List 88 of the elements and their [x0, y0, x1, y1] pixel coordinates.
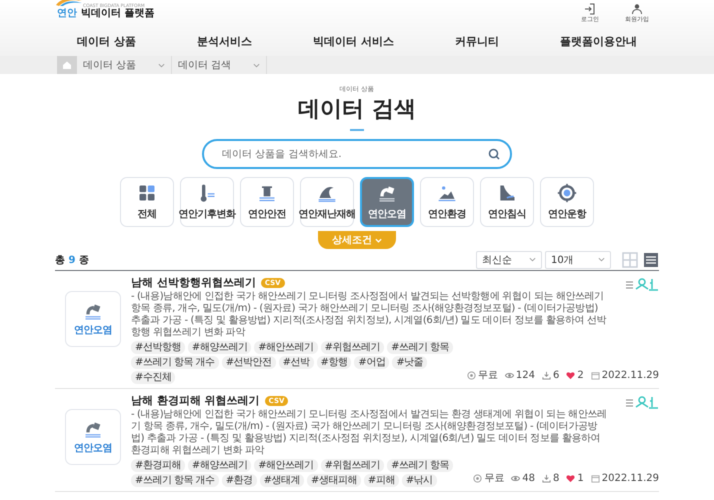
keyword-tag[interactable]: #환경피해	[131, 459, 185, 472]
grid-view-button[interactable]	[622, 252, 638, 268]
thumbnail-label: 연안오염	[74, 324, 112, 337]
category-tile[interactable]: 연안안전	[240, 177, 294, 227]
nav-menu-item[interactable]: 커뮤니티	[454, 34, 499, 48]
chevron-down-icon	[253, 62, 260, 68]
chevron-down-icon	[529, 257, 536, 262]
download-icon	[542, 474, 551, 482]
keyword-tag[interactable]: #수진체	[131, 371, 176, 384]
nav-menu-item[interactable]: 데이터 상품	[77, 34, 136, 48]
result-count: 총 9 종	[55, 254, 89, 266]
keyword-tag[interactable]: #선박항행	[131, 341, 185, 354]
view-count: 48	[522, 472, 535, 484]
keyword-tag[interactable]: #어업	[354, 356, 390, 369]
coin-icon	[466, 370, 476, 380]
download-icon	[542, 370, 551, 380]
wave-logo-icon	[55, 0, 83, 7]
heart-icon	[566, 370, 576, 380]
keyword-tag[interactable]: #낫줄	[392, 356, 428, 369]
category-tile[interactable]: 연안재난재해	[300, 177, 354, 227]
calendar-icon	[590, 474, 600, 482]
keyword-tag[interactable]: #해안쓰레기	[254, 341, 318, 354]
keyword-tag[interactable]: #항행	[316, 356, 352, 369]
category-tile[interactable]: 연안침식	[480, 177, 534, 227]
view-count: 124	[516, 370, 535, 380]
like-count: 1	[577, 472, 584, 484]
keyword-tag[interactable]: #생태계	[260, 474, 304, 487]
page-title: 데이터 검색	[297, 96, 417, 124]
like-count: 2	[577, 370, 584, 380]
chevron-down-icon	[375, 238, 382, 242]
keyword-tag[interactable]: #피해	[364, 474, 399, 487]
login-icon	[584, 3, 596, 15]
ocean-logo-drawing	[625, 277, 659, 291]
keyword-tag[interactable]: #선박	[278, 356, 314, 369]
page-size-dropdown[interactable]: 10개	[545, 250, 611, 268]
keyword-tag[interactable]: #해안쓰레기	[254, 459, 318, 472]
user-icon	[631, 3, 643, 15]
date-text: 2022.11.29	[602, 370, 659, 380]
breadcrumb-dropdown[interactable]: 데이터 상품	[77, 56, 172, 74]
keyword-tag[interactable]: #생태피해	[307, 474, 361, 487]
search-field[interactable]: 데이터 상품을 검색하세요.	[202, 139, 512, 169]
date-text: 2022.11.29	[602, 472, 659, 484]
download-count: 6	[552, 370, 560, 380]
price-text: 무료	[484, 472, 504, 485]
category-icon	[557, 183, 577, 203]
breadcrumb-dropdown[interactable]: 데이터 검색	[172, 56, 267, 74]
eye-icon	[504, 370, 514, 380]
category-icon	[137, 183, 157, 203]
nav-menu-item[interactable]: 빅데이터 서비스	[313, 34, 394, 48]
eye-icon	[511, 474, 520, 482]
thumbnail-label: 연안오염	[74, 442, 112, 455]
keyword-tag[interactable]: #쓰레기 항목 개수	[131, 356, 219, 369]
keyword-tag[interactable]: #위험쓰레기	[320, 459, 384, 472]
home-icon	[62, 60, 72, 70]
product-title[interactable]: 남해 환경피해 위협쓰레기	[131, 393, 260, 408]
logo-text: 빅데이터 플랫폼	[81, 8, 154, 20]
coin-icon	[473, 474, 482, 482]
home-button[interactable]	[57, 56, 77, 74]
keyword-tag[interactable]: #쓰레기 항목 개수	[131, 474, 219, 487]
product-description: - (내용)남해안에 인접한 국가 해안쓰레기 모니터링 조사정점에서 발견되는 환경 생태계에 위협이 되는 해안쓰레기 항목 종류, 개수, 밀도(개/m) - (원자료) 국가 해안쓰레기 모니터링 조사(해양환경정보포털) - (데이터가공방법) 추출과 가공 - (특징 및 활용방법) 지리적(조사정점 위치정보), 시계열(6회/년) 밀도 데이터 정보를 활용하여 환경피해 위협쓰레기 변화 파악	[131, 409, 607, 457]
keyword-tag[interactable]: #낚시	[402, 474, 437, 487]
ocean-logo-drawing	[625, 395, 659, 409]
calendar-icon	[590, 370, 600, 380]
chevron-down-icon	[158, 62, 165, 68]
nav-menu-item[interactable]: 분석서비스	[196, 34, 252, 48]
price-text: 무료	[478, 369, 498, 382]
keyword-tag[interactable]: #해양쓰레기	[188, 341, 252, 354]
category-tile[interactable]: 연안기후변화	[180, 177, 234, 227]
keyword-tag[interactable]: #쓰레기 항목	[387, 341, 454, 354]
category-tile[interactable]: 연안오염	[360, 177, 414, 227]
category-tile[interactable]: 연안운항	[540, 177, 594, 227]
keyword-tag[interactable]: #환경	[222, 474, 257, 487]
sort-dropdown[interactable]: 최신순	[476, 250, 542, 268]
chevron-down-icon	[598, 257, 605, 262]
list-view-button[interactable]	[643, 252, 659, 268]
download-count: 8	[552, 472, 560, 484]
logo-mark: 연안	[57, 7, 77, 20]
category-tile[interactable]: 연안환경	[420, 177, 474, 227]
category-tile[interactable]: 전체	[120, 177, 174, 227]
product-description: - (내용)남해안에 인접한 국가 해안쓰레기 모니터링 조사정점에서 발견되는 선박항행에 위협이 되는 해안쓰레기 항목 종류, 개수, 밀도(개/m) - (원자료) 국가 해안쓰레기 모니터링 조사(해양환경정보포털) - (데이터가공방법) 추출과 가공 - (특징 및 활용방법) 지리적(조사정점 위치정보), 시계열(6회/년) 밀도 데이터 정보를 활용하여 선박항행 위협쓰레기 변화 파악	[131, 291, 607, 339]
product-title[interactable]: 남해 선박항행위협쓰레기	[131, 275, 256, 290]
heart-icon	[566, 474, 576, 482]
keyword-tag[interactable]: #선박안전	[222, 356, 276, 369]
search-icon	[488, 148, 500, 160]
keyword-tag[interactable]: #해양쓰레기	[188, 459, 252, 472]
keyword-tag[interactable]: #위험쓰레기	[320, 341, 384, 354]
keyword-tag[interactable]: #쓰레기 항목	[387, 459, 454, 472]
nav-menu-item[interactable]: 플랫폼이용안내	[560, 34, 637, 48]
